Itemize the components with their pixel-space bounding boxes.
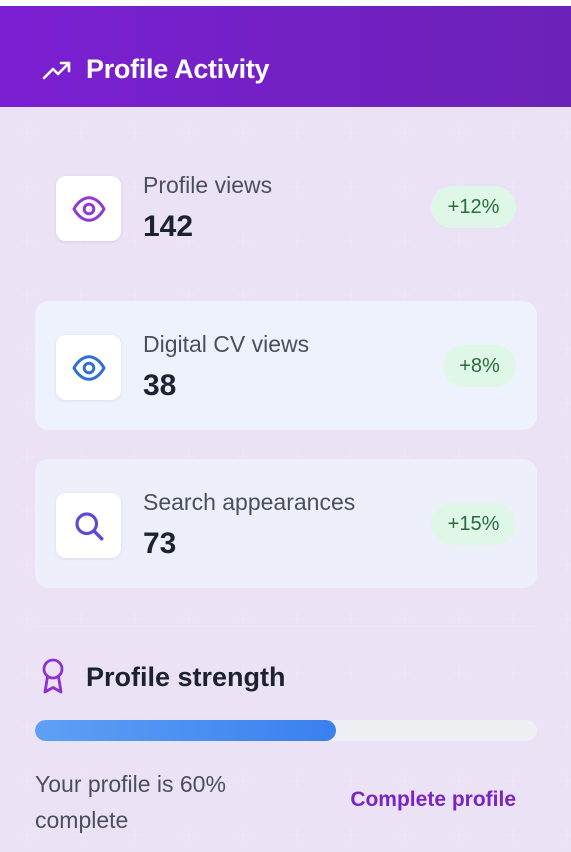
progress-text: Your profile is 60% complete <box>35 771 226 833</box>
section-divider <box>35 626 537 627</box>
stat-search-appearances[interactable]: Search appearances 73 +15% <box>35 459 537 588</box>
stat-icon-box <box>56 176 121 241</box>
card-header: Profile Activity <box>0 6 571 107</box>
eye-icon <box>72 195 105 222</box>
search-icon <box>74 511 103 540</box>
stat-profile-views[interactable]: Profile views 142 +12% <box>35 142 537 271</box>
stat-digital-cv-views[interactable]: Digital CV views 38 +8% <box>35 301 537 430</box>
change-badge: +15% <box>431 503 516 545</box>
profile-strength-progress-bar <box>35 720 537 741</box>
stat-label: Search appearances <box>143 489 356 515</box>
profile-activity-card: Profile Activity Profile views 142 +12% … <box>0 6 571 852</box>
trending-up-icon <box>42 61 71 80</box>
award-ribbon-icon <box>42 658 64 694</box>
stat-value: 142 <box>143 210 194 243</box>
stat-label: Digital CV views <box>143 331 310 357</box>
stat-icon-box <box>56 335 121 400</box>
change-badge: +12% <box>431 186 516 228</box>
strength-title: Profile strength <box>86 662 286 692</box>
stat-label: Profile views <box>143 172 273 198</box>
stat-icon-box <box>56 493 121 558</box>
card-title: Profile Activity <box>86 54 270 84</box>
change-badge: +8% <box>443 345 516 387</box>
complete-profile-link[interactable]: Complete profile <box>350 788 516 812</box>
stat-value: 73 <box>143 527 177 560</box>
progress-fill <box>35 720 337 741</box>
stat-value: 38 <box>143 369 177 402</box>
eye-icon <box>72 354 105 381</box>
